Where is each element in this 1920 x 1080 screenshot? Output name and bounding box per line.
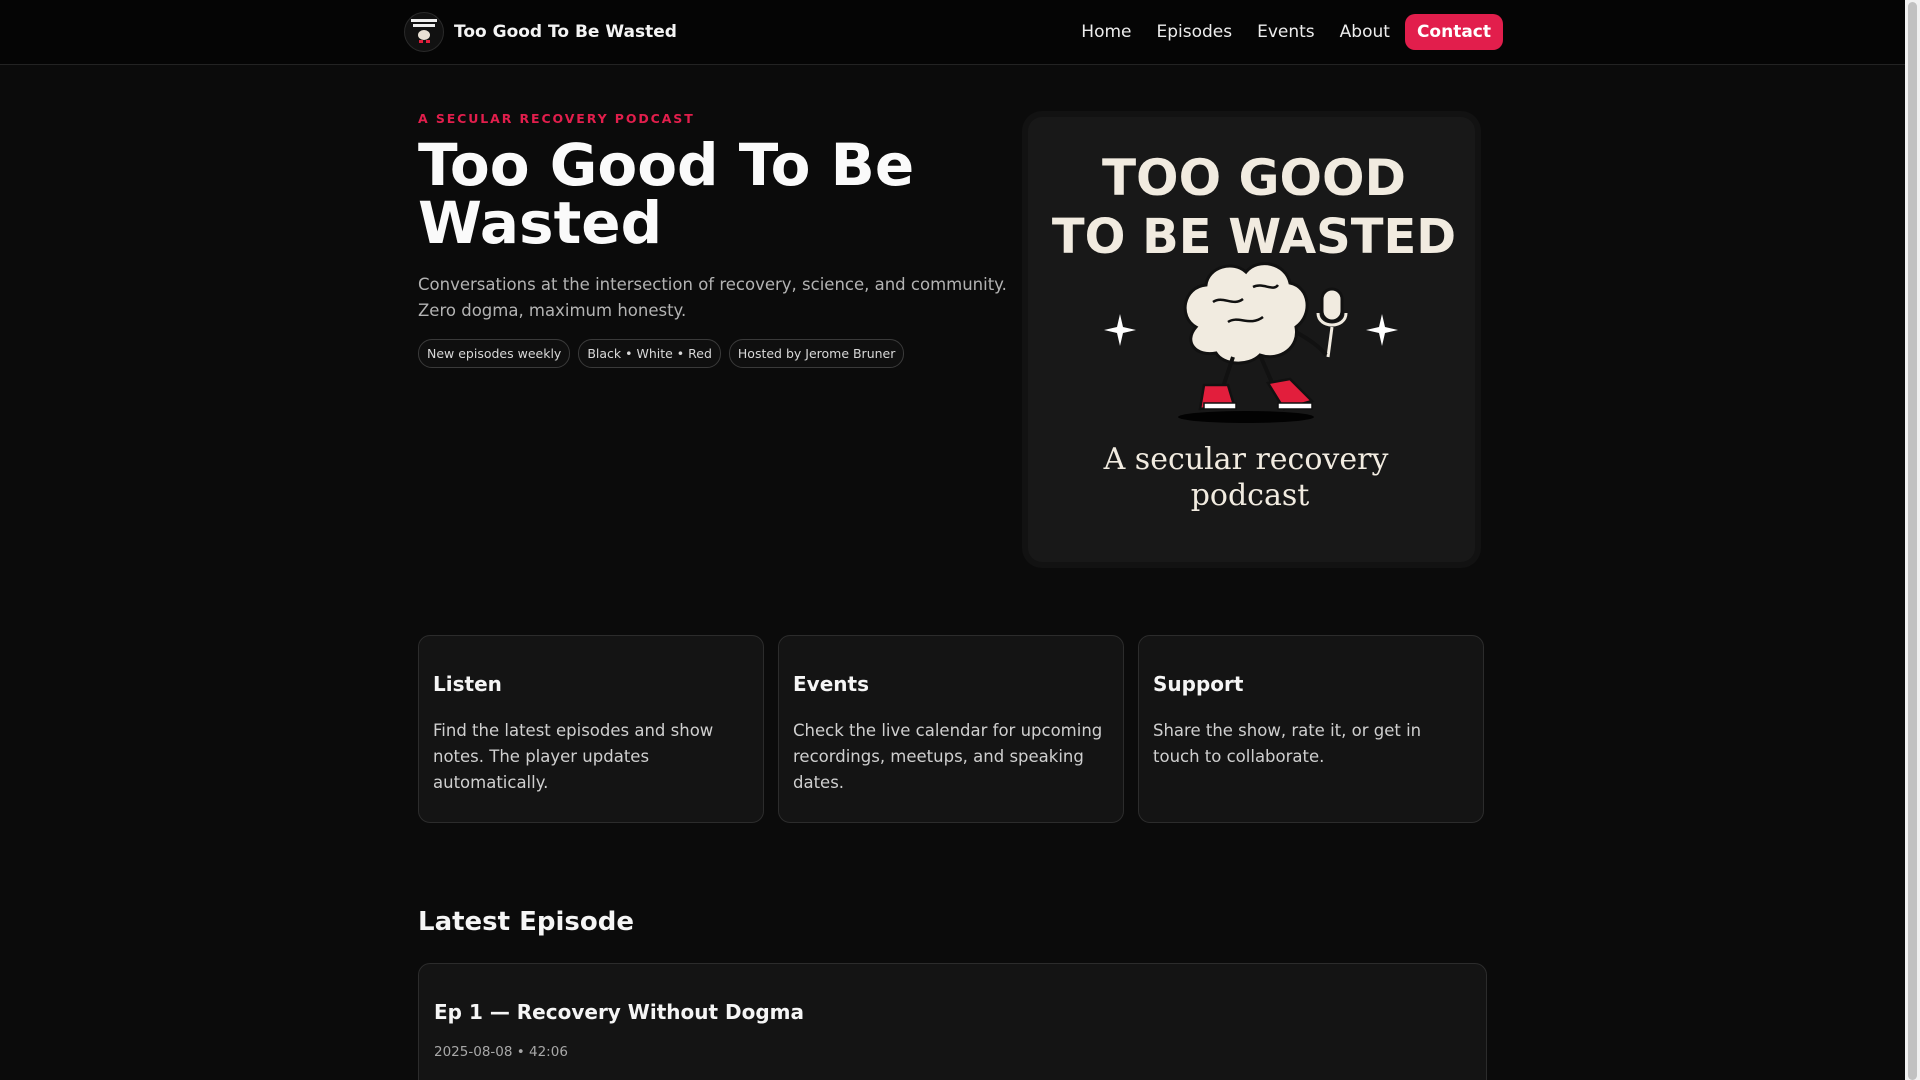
nav-about[interactable]: About [1340, 22, 1390, 42]
card-support-body: Share the show, rate it, or get in touch… [1153, 721, 1422, 766]
artwork-tagline1: A secular recovery [1103, 442, 1389, 477]
brand-name: Too Good To Be Wasted [454, 22, 677, 42]
card-support[interactable]: Support Share the show, rate it, or get … [1138, 635, 1484, 823]
episode-title[interactable]: Ep 1 — Recovery Without Dogma [434, 1000, 1471, 1024]
nav-home[interactable]: Home [1081, 22, 1131, 42]
hero-pills: New episodes weekly Black • White • Red … [418, 339, 912, 368]
brain-mascot-icon [1178, 262, 1348, 423]
card-support-title: Support [1153, 672, 1244, 696]
card-events[interactable]: Events Check the live calendar for upcom… [778, 635, 1124, 823]
page: Too Good To Be Wasted Home Episodes Even… [0, 0, 1905, 1080]
hero-title: Too Good To Be Wasted [418, 131, 915, 257]
hero-eyebrow: A SECULAR RECOVERY PODCAST [418, 111, 695, 126]
card-events-body: Check the live calendar for upcoming rec… [793, 721, 1103, 792]
artwork-line1: TOO GOOD [1102, 149, 1406, 207]
hero-description: Conversations at the intersection of rec… [418, 275, 1007, 320]
artwork-graphic: TOO GOOD TO BE WASTED A secular recovery… [1052, 149, 1456, 513]
card-listen-body: Find the latest episodes and show notes.… [433, 721, 714, 792]
contact-button[interactable]: Contact [1404, 14, 1503, 50]
podcast-logo-icon [404, 12, 444, 52]
pill-schedule: New episodes weekly [418, 339, 571, 368]
card-listen[interactable]: Listen Find the latest episodes and show… [418, 635, 764, 823]
latest-episode-heading: Latest Episode [418, 907, 634, 937]
episode-meta: 2025-08-08 • 42:06 [434, 1044, 568, 1060]
pill-colors: Black • White • Red [578, 339, 721, 368]
brand-link[interactable]: Too Good To Be Wasted [404, 12, 677, 52]
nav-events[interactable]: Events [1257, 22, 1315, 42]
pill-host: Hosted by Jerome Bruner [728, 339, 905, 368]
artwork-line2: TO BE WASTED [1052, 209, 1456, 265]
podcast-artwork: TOO GOOD TO BE WASTED A secular recovery… [1028, 117, 1475, 562]
top-nav: Too Good To Be Wasted Home Episodes Even… [0, 0, 1905, 65]
scrollbar-thumb[interactable] [1908, 2, 1917, 1080]
nav-links: Home Episodes Events About Contact [1056, 14, 1503, 50]
nav-episodes[interactable]: Episodes [1156, 22, 1232, 42]
latest-episode-card[interactable]: Ep 1 — Recovery Without Dogma 2025-08-08… [418, 963, 1487, 1080]
artwork-tagline2: podcast [1191, 478, 1310, 513]
card-events-title: Events [793, 672, 869, 696]
page-scrollbar[interactable] [1905, 0, 1920, 1080]
card-listen-title: Listen [433, 672, 502, 696]
